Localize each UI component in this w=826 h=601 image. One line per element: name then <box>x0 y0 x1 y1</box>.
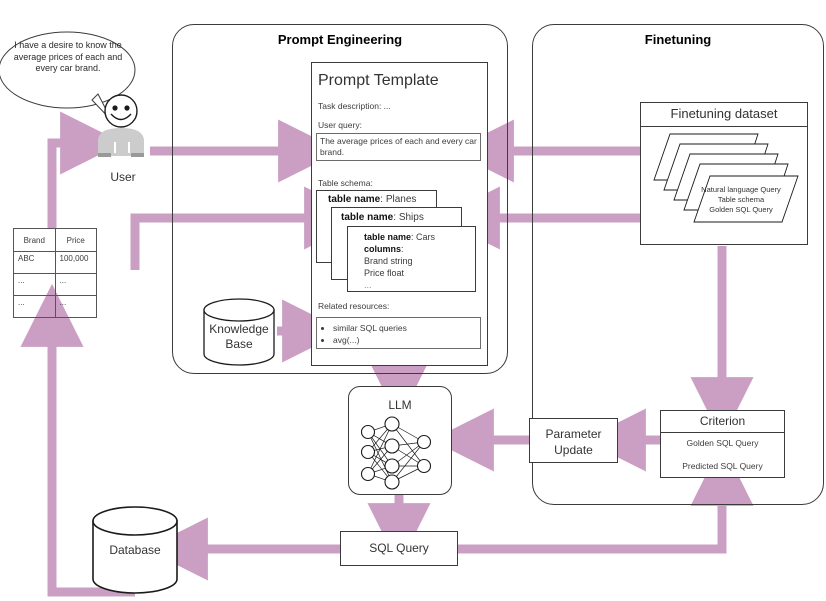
result-cell: ABC <box>13 251 56 274</box>
group-finetuning-title: Finetuning <box>644 32 712 47</box>
schema-column: Price float <box>364 268 405 278</box>
parameter-update-line1: Parameter <box>545 427 602 441</box>
database-label: Database <box>109 543 161 557</box>
related-resources-list: similar SQL queries avg(...) <box>317 322 480 346</box>
user-query-value-box: The average prices of each and every car… <box>316 133 481 161</box>
arrow-results-to-user <box>47 111 124 228</box>
related-resources-box: similar SQL queries avg(...) <box>316 317 481 349</box>
task-description-label: Task description: ... <box>318 101 391 111</box>
criterion-row-golden: Golden SQL Query <box>686 438 759 448</box>
result-cell: 100,000 <box>54 251 97 274</box>
schema-key: table name <box>341 212 394 223</box>
schema-key: table name <box>328 194 381 205</box>
schema-key: table name <box>364 232 412 242</box>
schema-column: Brand string <box>364 256 413 266</box>
parameter-update-line2: Update <box>554 443 593 457</box>
criterion-row-predicted: Predicted SQL Query <box>682 461 763 471</box>
parameter-update-label: Parameter Update <box>529 426 618 458</box>
schema-value: Cars <box>416 232 436 242</box>
criterion-divider <box>660 432 785 433</box>
user-query-value: The average prices of each and every car… <box>320 136 477 157</box>
schema-column: ... <box>364 280 372 290</box>
knowledge-base-label-line2: Base <box>225 337 253 351</box>
result-table-header-brand: Brand <box>13 228 56 252</box>
group-prompt-engineering-title: Prompt Engineering <box>277 32 403 47</box>
diagram-canvas: Prompt Engineering Finetuning I have a d… <box>0 0 826 601</box>
finetuning-dataset-title: Finetuning dataset <box>670 106 778 121</box>
finetuning-dataset-divider <box>640 126 808 127</box>
related-resources-label: Related resources: <box>318 301 390 311</box>
card-line: Golden SQL Query <box>709 205 773 214</box>
list-item: similar SQL queries <box>333 322 480 334</box>
knowledge-base-label-line1: Knowledge <box>209 322 269 336</box>
user-query-label: User query: <box>318 120 362 130</box>
result-cell: ... <box>54 295 97 318</box>
table-schema-label: Table schema: <box>318 178 373 188</box>
result-table-header-price: Price <box>54 228 97 252</box>
table-row: ... ... <box>13 295 97 318</box>
schema-columns-label: columns <box>364 244 402 254</box>
result-cell: ... <box>13 295 56 318</box>
card-line: Natural language Query <box>701 185 781 194</box>
criterion-title: Criterion <box>699 414 746 428</box>
result-table: Brand Price ABC 100,000 ... ... ... ... <box>13 228 97 318</box>
neural-network-icon <box>360 416 432 490</box>
card-line: Table schema <box>717 195 765 204</box>
schema-card-ships-text: table name: Ships <box>341 212 424 223</box>
schema-value: Ships <box>398 212 424 223</box>
schema-value: Planes <box>385 194 417 205</box>
table-row: ... ... <box>13 273 97 296</box>
table-row: ABC 100,000 <box>13 251 97 274</box>
user-figure <box>98 94 144 157</box>
result-cell: ... <box>13 273 56 296</box>
prompt-template-title: Prompt Template <box>318 72 439 89</box>
schema-card-cars-text: table name: Cars columns: Brand string P… <box>364 231 476 291</box>
llm-label: LLM <box>388 398 412 412</box>
user-label: User <box>110 170 136 184</box>
finetuning-card-text: Natural language Query Table schema Gold… <box>688 185 794 215</box>
sql-query-label: SQL Query <box>369 541 429 555</box>
result-cell: ... <box>54 273 97 296</box>
speech-bubble-text: I have a desire to know the average pric… <box>13 40 123 73</box>
list-item: avg(...) <box>333 334 480 346</box>
schema-card-planes-text: table name: Planes <box>328 194 417 205</box>
